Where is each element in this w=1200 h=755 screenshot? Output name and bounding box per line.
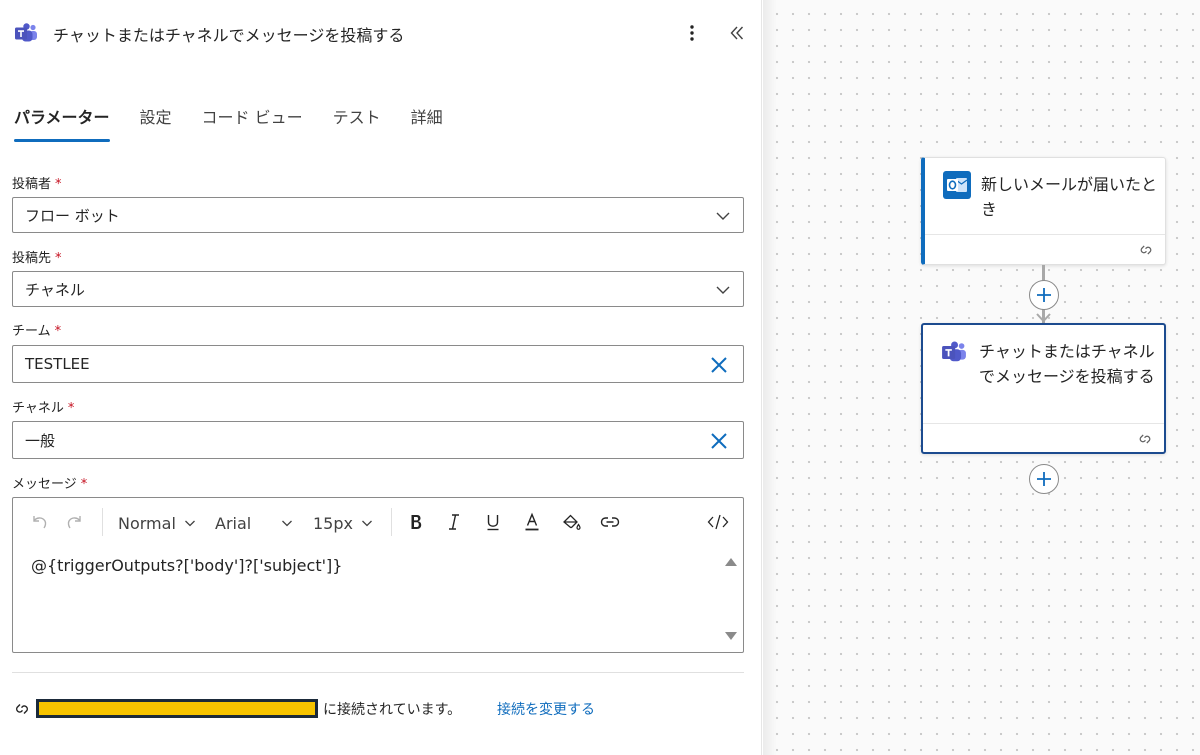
- chevron-down-icon: [716, 286, 730, 294]
- chevron-down-icon: [282, 520, 293, 527]
- redo-button[interactable]: [63, 510, 87, 534]
- channel-value: 一般: [25, 431, 56, 450]
- tab-parameters[interactable]: パラメーター: [14, 100, 110, 142]
- connection-status-text: に接続されています。: [323, 702, 462, 718]
- italic-button[interactable]: [442, 510, 466, 534]
- outlook-icon: [943, 171, 971, 199]
- tab-code-view[interactable]: コード ビュー: [202, 100, 303, 142]
- team-value: TESTLEE: [25, 355, 90, 373]
- undo-button[interactable]: [27, 510, 51, 534]
- highlight-icon: [563, 514, 581, 530]
- channel-label: チャネル *: [12, 397, 74, 416]
- redo-icon: [67, 516, 81, 529]
- format-dropdown[interactable]: Normal: [118, 512, 196, 534]
- toolbar-divider: [391, 508, 392, 536]
- tab-testing[interactable]: テスト: [333, 100, 381, 142]
- action-details-panel: チャットまたはチャネルでメッセージを投稿する パラメーター 設定 コード ビュー…: [0, 0, 762, 755]
- post-as-value: フロー ボット: [25, 206, 120, 225]
- bold-icon: [411, 515, 422, 529]
- collapse-panel-button[interactable]: [724, 20, 750, 46]
- action-title: チャットまたはチャネルでメッセージを投稿する: [979, 342, 1155, 386]
- required-marker: *: [55, 251, 62, 266]
- required-marker: *: [55, 177, 62, 192]
- required-marker: *: [67, 401, 75, 416]
- underline-icon: [487, 515, 499, 531]
- designer-canvas[interactable]: 新しいメールが届いたとき チャットまたはチャネルでメッセージを投稿する: [763, 0, 1200, 755]
- chevron-down-icon: [184, 520, 195, 527]
- font-color-button[interactable]: [520, 510, 544, 534]
- plus-icon: [1037, 288, 1051, 302]
- code-view-button[interactable]: [706, 510, 730, 534]
- card-divider: [925, 234, 1165, 235]
- trigger-card[interactable]: 新しいメールが届いたとき: [921, 157, 1166, 265]
- more-options-button[interactable]: [680, 20, 704, 46]
- message-editor[interactable]: Normal Arial 15px @{triggerOutputs?['bod…: [12, 497, 744, 653]
- font-size-dropdown[interactable]: 15px: [313, 512, 373, 534]
- post-in-label-text: 投稿先: [12, 251, 52, 266]
- redacted-connection-name: [36, 699, 318, 718]
- action-card-selected[interactable]: チャットまたはチャネルでメッセージを投稿する: [921, 323, 1166, 454]
- channel-label-text: チャネル: [12, 401, 64, 416]
- channel-field[interactable]: 一般: [12, 421, 744, 459]
- panel-header: チャットまたはチャネルでメッセージを投稿する: [0, 0, 762, 66]
- double-chevron-left-icon: [730, 26, 744, 40]
- post-in-label: 投稿先 *: [12, 247, 62, 266]
- connection-icon: [1140, 245, 1152, 255]
- clear-icon[interactable]: [709, 355, 729, 375]
- insert-step-button[interactable]: [1029, 280, 1059, 310]
- more-vertical-icon: [690, 25, 694, 41]
- team-label: チーム *: [12, 320, 61, 339]
- font-color-icon: [525, 512, 539, 531]
- trigger-title: 新しいメールが届いたとき: [981, 175, 1158, 219]
- plus-icon: [1037, 472, 1051, 486]
- editor-toolbar: Normal Arial 15px: [13, 498, 743, 548]
- required-marker: *: [54, 324, 62, 339]
- team-field[interactable]: TESTLEE: [12, 345, 744, 383]
- link-icon: [600, 517, 620, 527]
- message-label-text: メッセージ: [12, 477, 77, 492]
- post-in-value: チャネル: [25, 280, 85, 299]
- message-label: メッセージ *: [12, 473, 87, 492]
- font-dropdown[interactable]: Arial: [215, 512, 293, 534]
- clear-icon[interactable]: [709, 431, 729, 451]
- required-marker: *: [80, 477, 88, 492]
- connection-icon: [1139, 434, 1151, 444]
- connection-icon: [12, 699, 32, 719]
- change-connection-link[interactable]: 接続を変更する: [497, 699, 595, 719]
- post-as-dropdown[interactable]: フロー ボット: [12, 197, 744, 233]
- tab-settings[interactable]: 設定: [140, 100, 172, 142]
- bold-button[interactable]: [404, 510, 428, 534]
- italic-icon: [449, 514, 459, 530]
- format-value: Normal: [118, 513, 176, 533]
- panel-title: チャットまたはチャネルでメッセージを投稿する: [53, 26, 405, 45]
- toolbar-divider: [102, 508, 103, 536]
- add-step-button[interactable]: [1029, 464, 1059, 494]
- post-in-dropdown[interactable]: チャネル: [12, 271, 744, 307]
- insert-link-button[interactable]: [598, 510, 622, 534]
- highlight-button[interactable]: [559, 510, 583, 534]
- arrow-down-icon: [1036, 313, 1051, 323]
- message-content[interactable]: @{triggerOutputs?['body']?['subject']}: [31, 556, 342, 575]
- team-label-text: チーム: [12, 324, 51, 339]
- tab-list: パラメーター 設定 コード ビュー テスト 詳細: [14, 100, 473, 142]
- card-divider: [923, 423, 1164, 424]
- post-as-label-text: 投稿者: [12, 177, 52, 192]
- font-value: Arial: [215, 513, 252, 533]
- scroll-down-arrow[interactable]: [725, 632, 737, 640]
- tab-about[interactable]: 詳細: [411, 100, 443, 142]
- chevron-down-icon: [362, 520, 372, 527]
- font-size-value: 15px: [313, 513, 353, 533]
- teams-icon: [14, 21, 38, 45]
- undo-icon: [33, 516, 47, 529]
- chevron-down-icon: [716, 212, 730, 220]
- section-divider: [12, 672, 744, 673]
- code-view-icon: [707, 514, 729, 530]
- underline-button[interactable]: [481, 510, 505, 534]
- scroll-up-arrow[interactable]: [725, 558, 737, 566]
- post-as-label: 投稿者 *: [12, 173, 62, 192]
- teams-icon: [941, 339, 969, 367]
